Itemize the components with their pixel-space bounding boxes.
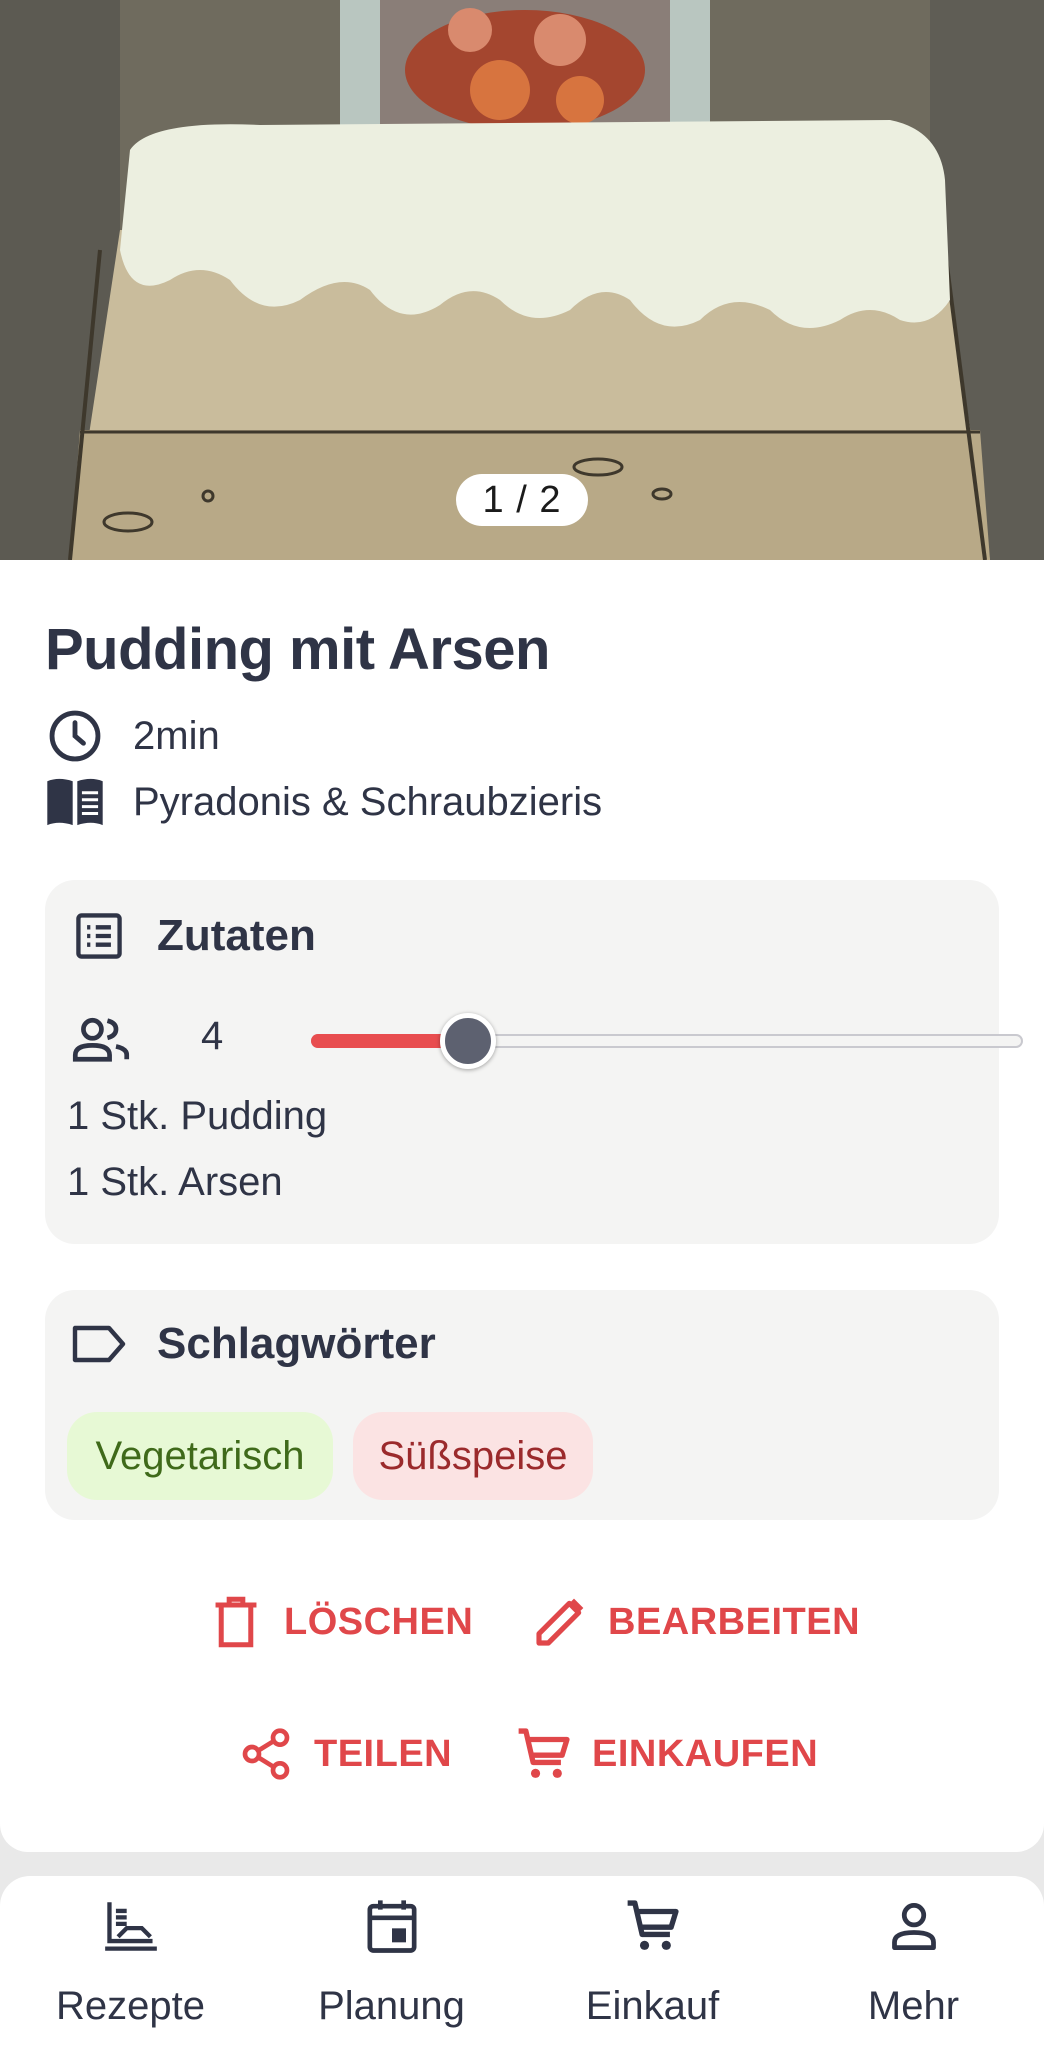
servings-count: 4: [201, 1014, 224, 1058]
shop-label: EINKAUFEN: [592, 1732, 819, 1775]
ingredients-heading: Zutaten: [157, 911, 316, 960]
ingredient-item: 1 Stk. Pudding: [67, 1094, 328, 1138]
ingredients-header: Zutaten: [71, 908, 316, 964]
ingredient-item: 1 Stk. Arsen: [67, 1160, 283, 1204]
list-icon: [71, 908, 127, 964]
person-icon: [882, 1894, 946, 1958]
share-icon: [236, 1724, 296, 1784]
servings-slider-thumb[interactable]: [439, 1013, 496, 1069]
tags-header: Schlagwörter: [71, 1316, 436, 1372]
shopping-cart-icon: [621, 1894, 685, 1958]
nav-item-planning[interactable]: Planung: [261, 1876, 522, 2048]
bottom-navigation: Rezepte Planung Einkauf Mehr: [0, 1876, 1044, 2048]
clock-icon: [45, 706, 105, 766]
edit-label: BEARBEITEN: [608, 1600, 861, 1643]
nav-item-recipes[interactable]: Rezepte: [0, 1876, 261, 2048]
ingredients-section: Zutaten 4 1 Stk. Pudding 1 Stk. Arsen: [45, 880, 1023, 1244]
pencil-icon: [530, 1592, 590, 1652]
nav-item-more[interactable]: Mehr: [783, 1876, 1044, 2048]
people-icon: [71, 1014, 131, 1066]
shop-button[interactable]: EINKAUFEN: [514, 1724, 818, 1784]
nav-label-shopping: Einkauf: [585, 1984, 720, 2028]
tag-chip-dessert[interactable]: Süßspeise: [353, 1412, 593, 1500]
calendar-icon: [360, 1894, 424, 1958]
recipe-time: 2min: [133, 713, 220, 758]
share-button[interactable]: TEILEN: [236, 1724, 452, 1784]
recipe-content-card: Pudding mit Arsen 2min Pyradonis & Schra…: [0, 560, 1044, 1852]
tag-chip-vegetarian[interactable]: Vegetarisch: [67, 1412, 333, 1500]
book-icon: [45, 772, 105, 832]
delete-label: LÖSCHEN: [284, 1600, 474, 1643]
tags-section: Schlagwörter Vegetarisch Süßspeise: [45, 1290, 999, 1520]
share-label: TEILEN: [314, 1732, 453, 1775]
recipe-photo-carousel[interactable]: 1 / 2: [0, 0, 1044, 560]
recipe-time-row: 2min: [45, 706, 220, 766]
recipe-source-row: Pyradonis & Schraubzieris: [45, 772, 602, 832]
nav-item-shopping[interactable]: Einkauf: [522, 1876, 783, 2048]
tags-heading: Schlagwörter: [157, 1319, 436, 1368]
nav-label-planning: Planung: [318, 1984, 465, 2028]
recipe-detail-page: 1 / 2 Pudding mit Arsen 2min Pyradonis &…: [0, 0, 1044, 2048]
edit-button[interactable]: BEARBEITEN: [530, 1592, 860, 1652]
nav-label-more: Mehr: [867, 1984, 960, 2028]
servings-row: 4: [71, 1008, 1023, 1072]
cart-icon: [514, 1724, 574, 1784]
recipe-source: Pyradonis & Schraubzieris: [133, 779, 603, 824]
image-pager-indicator: 1 / 2: [456, 474, 588, 526]
nav-label-recipes: Rezepte: [56, 1984, 205, 2028]
recipe-book-icon: [99, 1894, 163, 1958]
label-icon: [71, 1316, 127, 1372]
delete-button[interactable]: LÖSCHEN: [206, 1592, 473, 1652]
recipe-title: Pudding mit Arsen: [45, 617, 550, 682]
trash-icon: [206, 1592, 266, 1652]
